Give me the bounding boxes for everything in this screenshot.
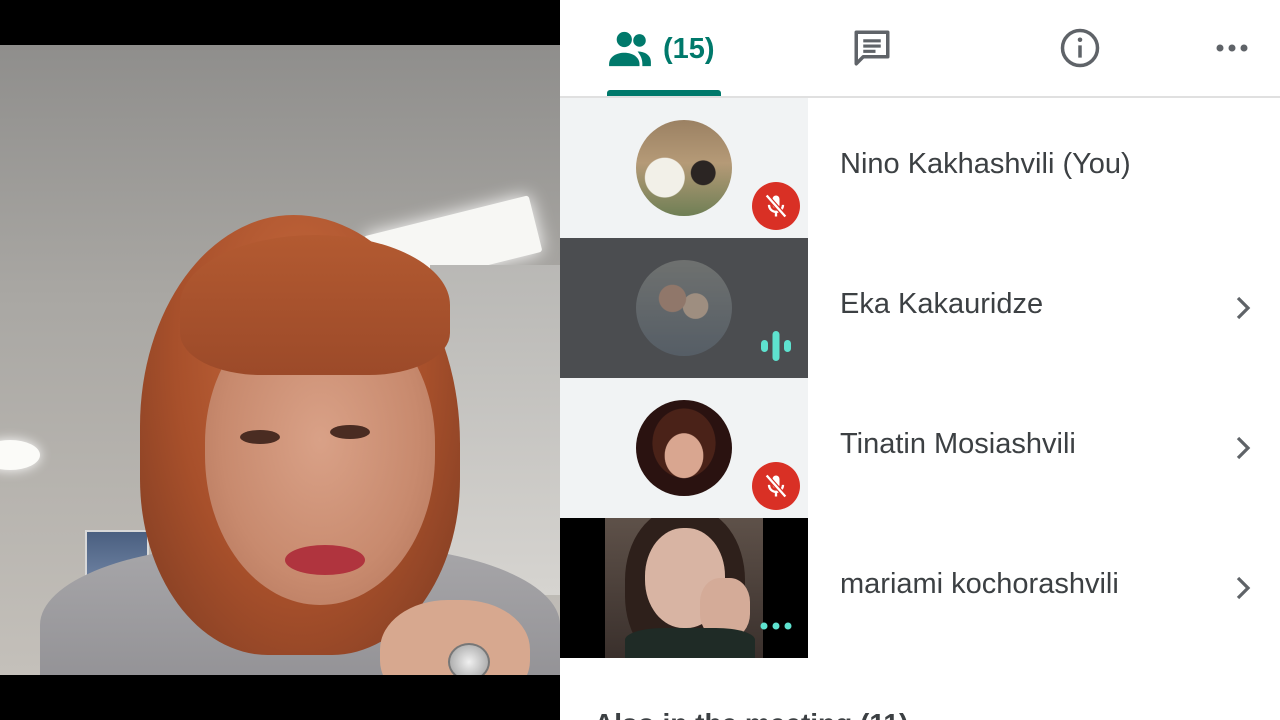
chevron-right-icon[interactable] [1228,570,1258,606]
avatar [636,120,732,216]
main-video-area[interactable] [0,0,560,720]
mic-off-icon [764,193,788,219]
section-heading: Also in the meeting (11) [594,708,908,720]
main-video-feed [0,45,560,675]
more-indicator [756,614,796,638]
participant-name: mariami kochorashvili [840,568,1119,600]
dots-icon [760,622,792,630]
speaker-lips [285,545,365,575]
participant-count: (15) [663,32,715,65]
speaker-fringe [180,235,450,375]
active-tab-indicator [607,90,721,96]
participant-row[interactable]: Eka Kakauridze [560,238,1280,378]
more-options-button[interactable] [1208,28,1256,68]
chevron-right-icon[interactable] [1228,290,1258,326]
speaking-indicator [756,326,796,366]
avatar [636,400,732,496]
participant-name: Tinatin Mosiashvili [840,428,1076,460]
participant-tile [560,518,808,658]
participant-row[interactable]: Nino Kakhashvili (You) [560,98,1280,238]
chat-button[interactable] [846,24,898,72]
ceiling-light [0,440,40,470]
mic-muted-badge [752,182,800,230]
speaker-eye [330,425,370,439]
info-button[interactable] [1056,24,1104,72]
participant-list[interactable]: Nino Kakhashvili (You) Eka Kakauridze Ti… [560,98,1280,720]
panel-tab-bar: (15) [560,0,1280,98]
speaker-eye [240,430,280,444]
participant-tile [560,378,808,518]
mic-off-icon [764,473,788,499]
info-icon [1060,28,1100,68]
tab-people[interactable]: (15) [607,18,721,80]
participant-video [605,518,763,658]
participant-name: Nino Kakhashvili (You) [840,148,1131,180]
participant-tile [560,98,808,238]
participant-row[interactable]: mariami kochorashvili [560,518,1280,658]
more-options-icon [1216,44,1248,52]
chat-icon [854,30,890,66]
speaker-ring [448,643,490,675]
mic-muted-badge [752,462,800,510]
side-panel: (15) Nino Kakhashvili (You) Eka Kakaurid… [560,0,1280,720]
participant-row[interactable]: Tinatin Mosiashvili [560,378,1280,518]
participant-name: Eka Kakauridze [840,288,1044,320]
audio-level-icon [761,331,791,361]
participant-tile [560,238,808,378]
chevron-right-icon[interactable] [1228,430,1258,466]
people-icon [609,31,651,67]
avatar [636,260,732,356]
